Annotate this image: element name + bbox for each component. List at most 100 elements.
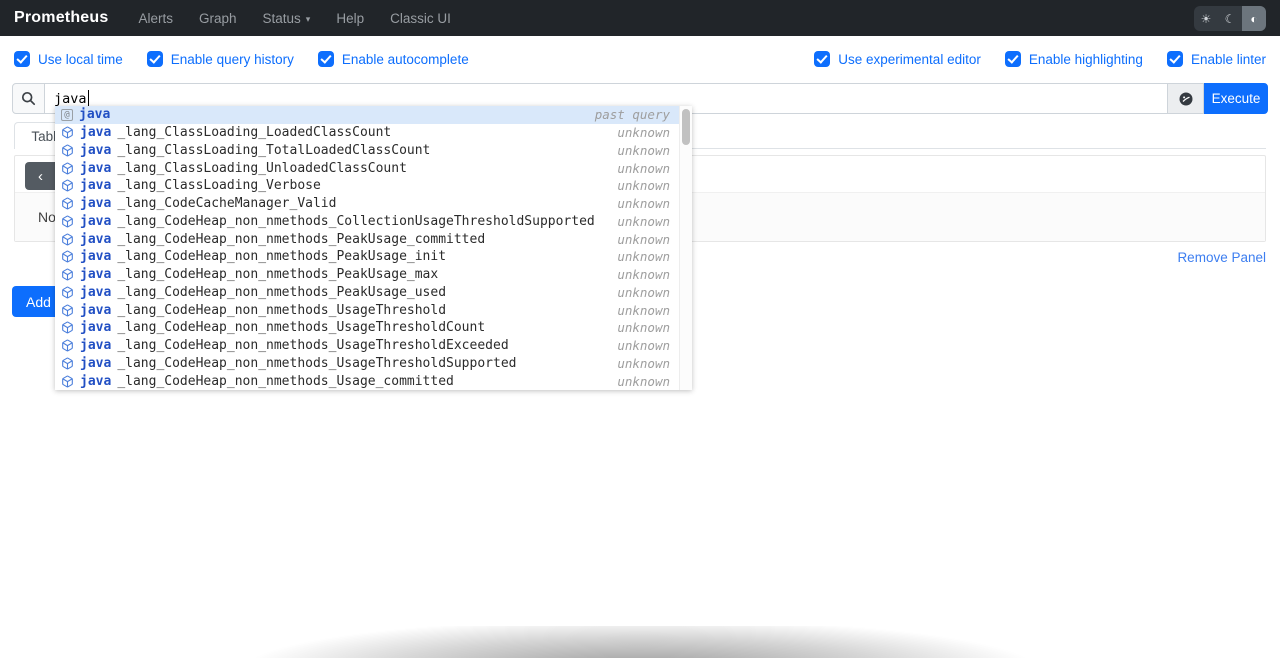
autocomplete-option[interactable]: java _lang_ClassLoading_UnloadedClassCou…: [55, 159, 692, 177]
autocomplete-option[interactable]: java _lang_CodeHeap_non_nmethods_PeakUsa…: [55, 248, 692, 266]
match-text: java: [80, 338, 111, 353]
nav-item-help[interactable]: Help: [336, 11, 364, 26]
checkbox-checked-icon: [1167, 51, 1183, 67]
checkbox-checked-icon: [1005, 51, 1021, 67]
autocomplete-option[interactable]: java _lang_CodeHeap_non_nmethods_PeakUsa…: [55, 230, 692, 248]
metric-type-label: unknown: [617, 338, 670, 353]
metric-type-label: unknown: [617, 125, 670, 140]
autocomplete-option[interactable]: java _lang_CodeHeap_non_nmethods_UsageTh…: [55, 301, 692, 319]
match-text: java: [80, 374, 111, 389]
nav-item-classic-ui[interactable]: Classic UI: [390, 11, 451, 26]
match-text: java: [80, 249, 111, 264]
settings-right-group: Use experimental editor Enable highlight…: [814, 51, 1266, 67]
metric-name-text: _lang_ClassLoading_Verbose: [117, 178, 321, 193]
nav-links: Alerts Graph Status ▾ Help Classic UI: [138, 11, 450, 26]
metric-cube-icon: [61, 162, 74, 175]
autocomplete-option[interactable]: java _lang_CodeHeap_non_nmethods_UsageTh…: [55, 337, 692, 355]
enable-linter-checkbox[interactable]: Enable linter: [1167, 51, 1266, 67]
execute-button[interactable]: Execute: [1204, 83, 1268, 114]
metric-type-label: unknown: [617, 178, 670, 193]
autocomplete-option[interactable]: java _lang_CodeHeap_non_nmethods_UsageTh…: [55, 355, 692, 373]
metric-cube-icon: [61, 304, 74, 317]
autocomplete-option[interactable]: java _lang_CodeHeap_non_nmethods_PeakUsa…: [55, 266, 692, 284]
nav-item-status[interactable]: Status ▾: [263, 11, 311, 26]
dark-theme-button[interactable]: ☾: [1218, 6, 1242, 31]
circle-half-icon: ◐: [1250, 12, 1257, 26]
match-text: java: [80, 178, 111, 193]
metric-cube-icon: [61, 126, 74, 139]
autocomplete-option[interactable]: java _lang_CodeHeap_non_nmethods_Collect…: [55, 213, 692, 231]
settings-row: Use local time Enable query history Enab…: [0, 36, 1280, 82]
metric-cube-icon: [61, 179, 74, 192]
autocomplete-option[interactable]: java _lang_ClassLoading_LoadedClassCount…: [55, 124, 692, 142]
moon-icon: ☾: [1225, 12, 1236, 26]
metric-name-text: _lang_ClassLoading_TotalLoadedClassCount: [117, 143, 430, 158]
checkbox-checked-icon: [147, 51, 163, 67]
metric-name-text: _lang_CodeCacheManager_Valid: [117, 196, 336, 211]
autocomplete-option[interactable]: java _lang_CodeHeap_non_nmethods_UsageTh…: [55, 319, 692, 337]
metric-name-text: _lang_CodeHeap_non_nmethods_UsageThresho…: [117, 356, 516, 371]
remove-panel-link[interactable]: Remove Panel: [1177, 250, 1266, 265]
metric-type-label: unknown: [617, 374, 670, 389]
metric-name-text: _lang_CodeHeap_non_nmethods_PeakUsage_in…: [117, 249, 446, 264]
metric-name-text: _lang_CodeHeap_non_nmethods_UsageThresho…: [117, 338, 508, 353]
autocomplete-option[interactable]: java _lang_ClassLoading_Verbose unknown: [55, 177, 692, 195]
nav-item-graph[interactable]: Graph: [199, 11, 237, 26]
checkbox-checked-icon: [814, 51, 830, 67]
match-text: java: [80, 267, 111, 282]
autocomplete-option[interactable]: java _lang_CodeHeap_non_nmethods_Usage_c…: [55, 372, 692, 390]
metric-type-label: unknown: [617, 196, 670, 211]
match-text: java: [80, 320, 111, 335]
metric-name-text: _lang_CodeHeap_non_nmethods_PeakUsage_us…: [117, 285, 446, 300]
scrollbar-thumb[interactable]: [682, 109, 690, 145]
time-back-button[interactable]: ‹: [25, 162, 56, 190]
use-local-time-checkbox[interactable]: Use local time: [14, 51, 123, 67]
match-text: java: [80, 232, 111, 247]
autocomplete-option[interactable]: java _lang_CodeHeap_non_nmethods_PeakUsa…: [55, 284, 692, 302]
metric-type-label: unknown: [617, 232, 670, 247]
metric-cube-icon: [61, 339, 74, 352]
light-theme-button[interactable]: ☀: [1194, 6, 1218, 31]
auto-theme-button[interactable]: ◐: [1242, 6, 1266, 31]
autocomplete-option[interactable]: java _lang_ClassLoading_TotalLoadedClass…: [55, 142, 692, 160]
settings-left-group: Use local time Enable query history Enab…: [14, 51, 469, 67]
metric-type-label: unknown: [617, 303, 670, 318]
metric-type-label: unknown: [617, 320, 670, 335]
metric-name-text: _lang_CodeHeap_non_nmethods_CollectionUs…: [117, 214, 594, 229]
metric-cube-icon: [61, 357, 74, 370]
checkbox-checked-icon: [14, 51, 30, 67]
autocomplete-option[interactable]: java _lang_CodeCacheManager_Valid unknow…: [55, 195, 692, 213]
match-text: java: [79, 107, 110, 122]
metric-name-text: _lang_CodeHeap_non_nmethods_PeakUsage_co…: [117, 232, 485, 247]
autocomplete-list: @ java past query java _lang_ClassLoadin…: [55, 106, 692, 390]
metric-type-label: unknown: [617, 267, 670, 282]
metrics-explorer-icon: [1178, 91, 1194, 107]
metrics-explorer-button[interactable]: [1168, 83, 1204, 114]
metric-type-label: unknown: [617, 214, 670, 229]
metric-type-label: unknown: [617, 356, 670, 371]
metric-type-label: unknown: [617, 249, 670, 264]
use-experimental-editor-checkbox[interactable]: Use experimental editor: [814, 51, 981, 67]
search-addon: [12, 83, 45, 114]
enable-highlighting-checkbox[interactable]: Enable highlighting: [1005, 51, 1143, 67]
theme-toggle-group: ☀ ☾ ◐: [1194, 6, 1266, 31]
sun-icon: ☀: [1201, 12, 1212, 26]
metric-cube-icon: [61, 215, 74, 228]
brand[interactable]: Prometheus: [14, 9, 108, 27]
match-text: java: [80, 161, 111, 176]
expression-text: java: [54, 91, 87, 107]
metric-type-label: unknown: [617, 143, 670, 158]
metric-cube-icon: [61, 375, 74, 388]
metric-cube-icon: [61, 321, 74, 334]
enable-query-history-checkbox[interactable]: Enable query history: [147, 51, 294, 67]
search-icon: [21, 91, 36, 106]
match-text: java: [80, 196, 111, 211]
enable-autocomplete-checkbox[interactable]: Enable autocomplete: [318, 51, 469, 67]
dropdown-scrollbar[interactable]: [679, 106, 692, 390]
match-text: java: [80, 214, 111, 229]
metric-name-text: _lang_CodeHeap_non_nmethods_PeakUsage_ma…: [117, 267, 438, 282]
nav-item-alerts[interactable]: Alerts: [138, 11, 173, 26]
metric-name-text: _lang_ClassLoading_LoadedClassCount: [117, 125, 391, 140]
metric-cube-icon: [61, 250, 74, 263]
autocomplete-option[interactable]: @ java past query: [55, 106, 692, 124]
